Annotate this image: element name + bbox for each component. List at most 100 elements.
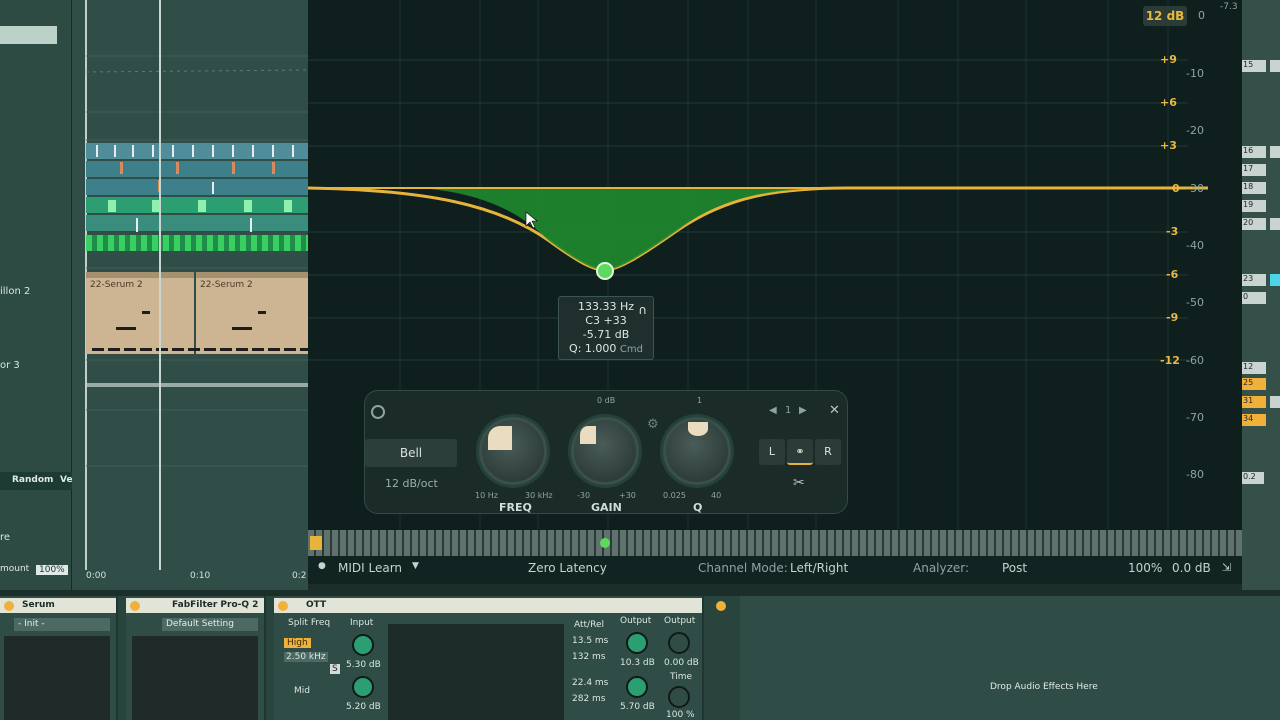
split-frequency[interactable]: 2.50 kHz bbox=[284, 652, 328, 662]
gain-max: +30 bbox=[619, 491, 636, 500]
serum-clip[interactable]: 22-Serum 2 bbox=[86, 272, 194, 354]
piano-icon[interactable] bbox=[310, 536, 322, 550]
amount-control[interactable]: mount 100% bbox=[0, 564, 72, 580]
gear-icon[interactable]: ⚙ bbox=[647, 417, 659, 432]
midi-note[interactable] bbox=[232, 327, 252, 330]
mixer-value[interactable]: 16 bbox=[1242, 146, 1266, 158]
browser-item[interactable]: illon 2 bbox=[0, 286, 30, 297]
serum-display bbox=[4, 636, 110, 720]
eq-display[interactable]: 12 dB 0 -7.3 +9 +6 +3 0 -3 -6 -9 -12 -10… bbox=[308, 0, 1242, 530]
status-bar: ● MIDI Learn ▼ Zero Latency Channel Mode… bbox=[308, 556, 1242, 584]
mixer-value[interactable]: 25 bbox=[1242, 378, 1266, 390]
gain-label: GAIN bbox=[591, 501, 622, 514]
midi-note-row[interactable] bbox=[92, 348, 308, 351]
device-power-icon[interactable] bbox=[716, 601, 726, 611]
device-power-icon[interactable] bbox=[4, 601, 14, 611]
main-output-knob[interactable] bbox=[668, 632, 690, 654]
analyzer-scale-label: -50 bbox=[1186, 296, 1204, 309]
selected-item[interactable] bbox=[0, 26, 57, 44]
mixer-value[interactable]: 34 bbox=[1242, 414, 1266, 426]
time-marker: 0:2 bbox=[292, 571, 307, 581]
band-shape-button[interactable]: Bell bbox=[365, 439, 457, 467]
stereo-link-icon[interactable]: ⚭ bbox=[787, 439, 813, 465]
mixer-value[interactable]: 20 bbox=[1242, 218, 1266, 230]
midi-learn-button[interactable]: MIDI Learn bbox=[338, 561, 402, 575]
mixer-value[interactable]: 0 bbox=[1242, 292, 1266, 304]
amount-value[interactable]: 100% bbox=[36, 565, 68, 575]
serum-title[interactable]: Serum bbox=[0, 598, 116, 613]
q-knob[interactable] bbox=[663, 417, 731, 485]
analyzer-value[interactable]: Post bbox=[1002, 561, 1027, 575]
device-power-icon[interactable] bbox=[130, 601, 140, 611]
attack-high: 13.5 ms bbox=[572, 636, 609, 646]
mixer-value[interactable]: 0.2 bbox=[1242, 472, 1264, 484]
serum-device: Serum - Init - bbox=[0, 596, 118, 720]
dropdown-icon[interactable]: ▼ bbox=[412, 561, 419, 571]
output-high-knob[interactable] bbox=[626, 632, 648, 654]
output-high-value: 10.3 dB bbox=[620, 658, 655, 668]
resize-icon[interactable]: ⇲ bbox=[1222, 561, 1231, 574]
close-icon[interactable]: ✕ bbox=[829, 403, 840, 418]
solo-button[interactable]: S bbox=[330, 664, 340, 674]
device-power-icon[interactable] bbox=[278, 601, 288, 611]
random-label[interactable]: Random bbox=[12, 475, 53, 485]
playhead[interactable] bbox=[159, 0, 161, 570]
mixer-value[interactable]: 31 bbox=[1242, 396, 1266, 408]
mixer-value[interactable]: 23 bbox=[1242, 274, 1266, 286]
output-mid-knob[interactable] bbox=[626, 676, 648, 698]
browser-item[interactable]: or 3 bbox=[0, 360, 20, 371]
prev-band-icon[interactable]: ◀ bbox=[769, 405, 777, 416]
mixer-value[interactable]: 18 bbox=[1242, 182, 1266, 194]
browser-list-item[interactable]: re bbox=[0, 532, 10, 543]
mixer-toggle[interactable] bbox=[1270, 60, 1280, 72]
latency-mode[interactable]: Zero Latency bbox=[528, 561, 607, 575]
mixer-value[interactable]: 19 bbox=[1242, 200, 1266, 212]
analyzer-label: Analyzer: bbox=[913, 561, 970, 575]
q-label: Q bbox=[693, 501, 703, 514]
freq-min: 10 Hz bbox=[475, 491, 498, 500]
mixer-value[interactable]: 12 bbox=[1242, 362, 1266, 374]
ott-title[interactable]: OTT bbox=[274, 598, 702, 613]
drop-zone-label: Drop Audio Effects Here bbox=[990, 682, 1098, 692]
timeline[interactable]: 0:00 0:10 0:2 bbox=[86, 568, 308, 584]
proq-title[interactable]: FabFilter Pro-Q 2 bbox=[126, 598, 264, 613]
input-mid-knob[interactable] bbox=[352, 676, 374, 698]
menu-icon[interactable]: ● bbox=[318, 561, 326, 571]
mixer-toggle[interactable] bbox=[1270, 396, 1280, 408]
midi-note[interactable] bbox=[258, 311, 266, 314]
mixer-toggle[interactable] bbox=[1270, 146, 1280, 158]
midi-note[interactable] bbox=[142, 311, 150, 314]
next-band-icon[interactable]: ▶ bbox=[799, 405, 807, 416]
analyzer-scale-label: -30 bbox=[1186, 182, 1204, 195]
range-button[interactable]: 12 dB bbox=[1143, 6, 1187, 26]
automation-lane[interactable] bbox=[86, 383, 308, 387]
zoom-value[interactable]: 100% bbox=[1128, 561, 1162, 575]
mixer-value[interactable]: 15 bbox=[1242, 60, 1266, 72]
time-marker: 0:00 bbox=[86, 571, 107, 581]
serum-clip[interactable]: 22-Serum 2 bbox=[196, 272, 308, 354]
mixer-toggle[interactable] bbox=[1270, 274, 1280, 286]
piano-keyboard[interactable] bbox=[308, 530, 1242, 556]
midi-note[interactable] bbox=[116, 327, 136, 330]
freq-knob[interactable] bbox=[479, 417, 547, 485]
drop-zone[interactable]: Drop Audio Effects Here bbox=[740, 596, 1280, 720]
channel-mode-value[interactable]: Left/Right bbox=[790, 561, 848, 575]
high-band-label[interactable]: High bbox=[284, 638, 311, 648]
time-marker: 0:10 bbox=[190, 571, 211, 581]
split-freq-label: Split Freq bbox=[288, 618, 331, 628]
input-high-knob[interactable] bbox=[352, 634, 374, 656]
mixer-value[interactable]: 17 bbox=[1242, 164, 1266, 176]
serum-preset[interactable]: - Init - bbox=[14, 618, 110, 631]
channel-right-button[interactable]: R bbox=[815, 439, 841, 465]
scissors-icon[interactable]: ✂ bbox=[793, 475, 805, 491]
band-power-icon[interactable] bbox=[371, 405, 385, 419]
headphones-icon[interactable]: ∩ bbox=[638, 303, 647, 317]
gain-knob[interactable] bbox=[571, 417, 639, 485]
time-knob[interactable] bbox=[668, 686, 690, 708]
band-slope[interactable]: 12 dB/oct bbox=[385, 477, 438, 490]
channel-left-button[interactable]: L bbox=[759, 439, 785, 465]
analyzer-scale-label: -70 bbox=[1186, 411, 1204, 424]
mixer-toggle[interactable] bbox=[1270, 218, 1280, 230]
proq-preset[interactable]: Default Setting bbox=[162, 618, 258, 631]
output-gain[interactable]: 0.0 dB bbox=[1172, 561, 1211, 575]
